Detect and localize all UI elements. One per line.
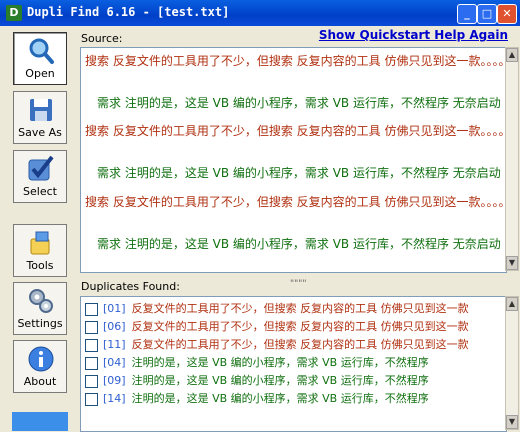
duplicate-text: 反复文件的工具用了不少，但搜索 反复内容的工具 仿佛只见到这一款: [131, 302, 469, 315]
duplicate-text: 注明的是，这是 VB 编的小程序，需求 VB 运行库，不然程序: [131, 374, 429, 387]
line-index: [11]: [103, 338, 126, 351]
duplicates-scrollbar[interactable]: ▲ ▼: [505, 296, 519, 430]
select-button[interactable]: Select: [13, 150, 67, 203]
checkbox[interactable]: [85, 320, 98, 334]
info-icon: [28, 346, 54, 372]
line-index: [09]: [103, 374, 126, 387]
quickstart-help-link[interactable]: Show Quickstart Help Again: [319, 28, 508, 42]
list-item[interactable]: [11] 反复文件的工具用了不少，但搜索 反复内容的工具 仿佛只见到这一款: [85, 336, 469, 354]
source-line: 需求 注明的是，这是 VB 编的小程序，需求 VB 运行库，不然程序 无奈启动: [97, 166, 501, 180]
duplicate-text: 反复文件的工具用了不少，但搜索 反复内容的工具 仿佛只见到这一款: [131, 320, 469, 333]
duplicates-label: Duplicates Found:: [81, 280, 180, 293]
settings-button[interactable]: Settings: [13, 282, 67, 335]
save-as-label: Save As: [18, 126, 62, 139]
duplicate-text: 反复文件的工具用了不少，但搜索 反复内容的工具 仿佛只见到这一款: [131, 338, 469, 351]
source-text-pane[interactable]: 搜索 反复文件的工具用了不少，但搜索 反复内容的工具 仿佛只见到这一款。。。。 …: [80, 47, 507, 273]
app-icon: D: [6, 5, 22, 21]
checkbox[interactable]: [85, 374, 98, 388]
source-line: 需求 注明的是，这是 VB 编的小程序，需求 VB 运行库，不然程序 无奈启动: [97, 237, 501, 251]
list-item[interactable]: [14] 注明的是，这是 VB 编的小程序，需求 VB 运行库，不然程序: [85, 390, 429, 408]
list-item[interactable]: [01] 反复文件的工具用了不少，但搜索 反复内容的工具 仿佛只见到这一款: [85, 300, 469, 318]
checkbox[interactable]: [85, 392, 98, 406]
title-bar: D Dupli Find 6.16 - [test.txt] _ □ ✕: [0, 0, 520, 26]
about-button[interactable]: About: [13, 340, 67, 393]
open-button[interactable]: Open: [13, 32, 67, 85]
checkbox[interactable]: [85, 338, 98, 352]
checkbox[interactable]: [85, 302, 98, 316]
list-item[interactable]: [09] 注明的是，这是 VB 编的小程序，需求 VB 运行库，不然程序: [85, 372, 429, 390]
sidebar-status-bar: [12, 412, 68, 431]
line-index: [04]: [103, 356, 126, 369]
duplicates-list[interactable]: [01] 反复文件的工具用了不少，但搜索 反复内容的工具 仿佛只见到这一款 [06…: [80, 296, 507, 432]
settings-label: Settings: [17, 317, 63, 330]
magnifier-icon: [29, 38, 54, 64]
splitter-grip[interactable]: """": [290, 279, 307, 289]
scroll-up-icon[interactable]: ▲: [506, 48, 518, 62]
floppy-icon: [30, 99, 52, 121]
gears-icon: [29, 289, 53, 313]
line-index: [01]: [103, 302, 126, 315]
line-index: [14]: [103, 392, 126, 405]
checkbox[interactable]: [85, 356, 98, 370]
source-line: 需求 注明的是，这是 VB 编的小程序，需求 VB 运行库，不然程序 无奈启动: [97, 96, 501, 110]
close-button[interactable]: ✕: [497, 4, 517, 24]
scroll-down-icon[interactable]: ▼: [506, 415, 518, 429]
tools-button[interactable]: Tools: [13, 224, 67, 277]
source-scrollbar[interactable]: ▲ ▼: [505, 47, 519, 271]
about-label: About: [23, 375, 57, 388]
scroll-up-icon[interactable]: ▲: [506, 297, 518, 311]
tools-label: Tools: [26, 259, 54, 272]
source-line: 搜索 反复文件的工具用了不少，但搜索 反复内容的工具 仿佛只见到这一款。。。。: [85, 54, 507, 68]
line-index: [06]: [103, 320, 126, 333]
window-title: Dupli Find 6.16 - [test.txt]: [27, 5, 230, 19]
maximize-button[interactable]: □: [477, 4, 497, 24]
open-label: Open: [25, 67, 55, 80]
duplicate-text: 注明的是，这是 VB 编的小程序，需求 VB 运行库，不然程序: [131, 392, 429, 405]
duplicate-text: 注明的是，这是 VB 编的小程序，需求 VB 运行库，不然程序: [131, 356, 429, 369]
sidebar-toolbar: Open Save As Select Tools Settings About: [0, 26, 76, 431]
checkmark-icon: [28, 155, 54, 181]
list-item[interactable]: [04] 注明的是，这是 VB 编的小程序，需求 VB 运行库，不然程序: [85, 354, 429, 372]
save-as-button[interactable]: Save As: [13, 91, 67, 144]
source-label: Source:: [81, 32, 123, 45]
minimize-button[interactable]: _: [457, 4, 477, 24]
list-item[interactable]: [06] 反复文件的工具用了不少，但搜索 反复内容的工具 仿佛只见到这一款: [85, 318, 469, 336]
source-line: 搜索 反复文件的工具用了不少，但搜索 反复内容的工具 仿佛只见到这一款。。。。: [85, 195, 507, 209]
source-line: 搜索 反复文件的工具用了不少，但搜索 反复内容的工具 仿佛只见到这一款。。。。: [85, 124, 507, 138]
scroll-down-icon[interactable]: ▼: [506, 256, 518, 270]
tools-icon: [30, 231, 50, 255]
select-label: Select: [23, 185, 57, 198]
